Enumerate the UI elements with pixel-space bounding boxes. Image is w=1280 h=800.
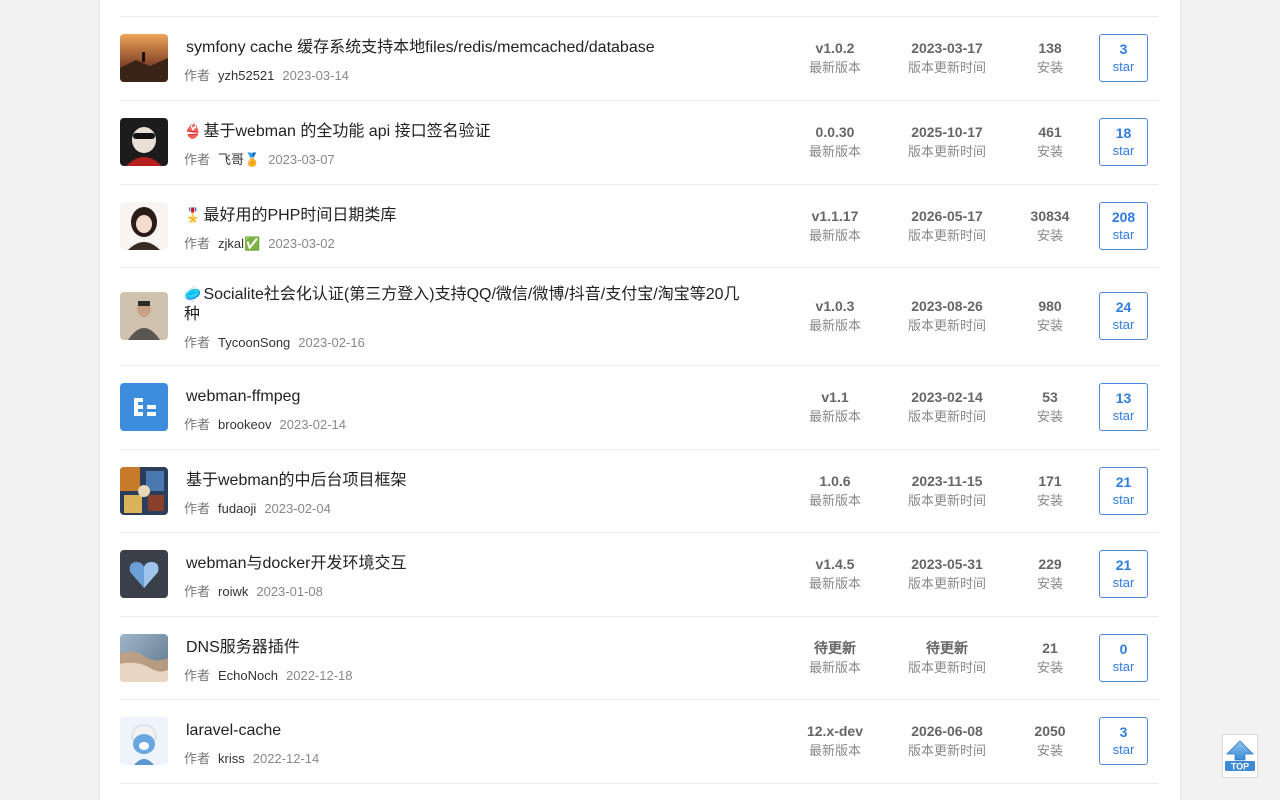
plugin-title[interactable]: 🥏 Socialite社会化认证(第三方登入)支持QQ/微信/微博/抖音/支付宝/…: [184, 284, 754, 325]
star-button[interactable]: 21 star: [1099, 467, 1148, 515]
plugin-list-panel: symfony cache 缓存系统支持本地files/redis/memcac…: [100, 0, 1180, 800]
plugin-info: 基于webman的中后台项目框架 作者 fudaoji 2023-02-04: [184, 470, 754, 517]
author-link[interactable]: yzh52521: [218, 68, 274, 83]
avatar[interactable]: [120, 118, 168, 166]
version-stat: v1.1 最新版本: [808, 389, 861, 424]
plugin-info: 👙 基于webman 的全功能 api 接口签名验证 作者 飞哥🏅 2023-03-0…: [184, 121, 754, 168]
author-link[interactable]: EchoNoch: [218, 668, 278, 683]
plugin-row: 👙 基于webman 的全功能 api 接口签名验证 作者 飞哥🏅 2023-03-0…: [120, 101, 1159, 185]
star-button[interactable]: 21 star: [1099, 550, 1148, 598]
plugin-title[interactable]: DNS服务器插件: [184, 637, 754, 658]
installs-stat: 53 安装: [1036, 389, 1063, 424]
plugin-title[interactable]: laravel-cache: [184, 720, 754, 741]
installs-stat: 2050 安装: [1034, 723, 1066, 758]
plugin-info: webman-ffmpeg 作者 brookeov 2023-02-14: [184, 386, 754, 433]
installs-stat: 138 安装: [1036, 40, 1063, 75]
plugin-info: 🎖️ 最好用的PHP时间日期类库 作者 zjkal✅ 2023-03-02: [184, 205, 754, 252]
plugin-meta: 作者 fudaoji 2023-02-04: [184, 501, 331, 516]
plugin-meta: 作者 TycoonSong 2023-02-16: [184, 335, 365, 350]
plugin-meta: 作者 EchoNoch 2022-12-18: [184, 668, 353, 683]
plugin-row: laravel-cache 作者 kriss 2022-12-14 12.x-dev…: [120, 700, 1159, 784]
version-stat: 1.0.6 最新版本: [808, 473, 861, 508]
star-button[interactable]: 0 star: [1099, 634, 1148, 682]
star-button[interactable]: 18 star: [1099, 118, 1148, 166]
plugin-info: laravel-cache 作者 kriss 2022-12-14: [184, 720, 754, 767]
plugin-meta: 作者 brookeov 2023-02-14: [184, 417, 346, 432]
plugin-title[interactable]: 👙 基于webman 的全功能 api 接口签名验证: [184, 121, 754, 142]
version-stat: 待更新 最新版本: [808, 640, 861, 675]
avatar[interactable]: [120, 467, 168, 515]
update-time-stat: 2026-05-17 版本更新时间: [907, 208, 986, 243]
author-link[interactable]: fudaoji: [218, 501, 256, 516]
update-time-stat: 2025-10-17 版本更新时间: [907, 124, 986, 159]
plugin-meta: 作者 roiwk 2023-01-08: [184, 584, 323, 599]
update-time-stat: 2023-08-26 版本更新时间: [907, 298, 986, 333]
star-button[interactable]: 24 star: [1099, 292, 1148, 340]
installs-stat: 30834 安装: [1030, 208, 1070, 243]
plugin-meta: 作者 kriss 2022-12-14: [184, 751, 320, 766]
author-link[interactable]: kriss: [218, 751, 245, 766]
version-stat: v1.0.2 最新版本: [808, 40, 861, 75]
update-time-stat: 待更新 版本更新时间: [907, 640, 986, 675]
avatar[interactable]: [120, 383, 168, 431]
update-time-stat: 2023-03-17 版本更新时间: [907, 40, 986, 75]
update-time-stat: 2023-11-15 版本更新时间: [907, 473, 986, 508]
arrow-up-icon: TOP: [1225, 740, 1255, 772]
version-stat: 0.0.30 最新版本: [808, 124, 861, 159]
plugin-row: 基于webman的中后台项目框架 作者 fudaoji 2023-02-04 1.0…: [120, 450, 1159, 533]
plugin-info: symfony cache 缓存系统支持本地files/redis/memcac…: [184, 37, 754, 84]
author-link[interactable]: zjkal✅: [218, 236, 260, 251]
update-time-stat: 2023-02-14 版本更新时间: [907, 389, 986, 424]
installs-stat: 171 安装: [1036, 473, 1063, 508]
update-time-stat: 2026-06-08 版本更新时间: [907, 723, 986, 758]
plugin-row: 🎖️ 最好用的PHP时间日期类库 作者 zjkal✅ 2023-03-02 v1.1.…: [120, 185, 1159, 268]
plugin-title[interactable]: 基于webman的中后台项目框架: [184, 470, 754, 491]
star-button[interactable]: 3 star: [1099, 717, 1148, 765]
author-link[interactable]: brookeov: [218, 417, 271, 432]
plugin-row: symfony cache 缓存系统支持本地files/redis/memcac…: [120, 17, 1159, 101]
installs-stat: 21 安装: [1036, 640, 1063, 675]
version-stat: v1.4.5 最新版本: [808, 556, 861, 591]
version-stat: 12.x-dev 最新版本: [806, 723, 864, 758]
avatar[interactable]: [120, 34, 168, 82]
plugin-info: 🥏 Socialite社会化认证(第三方登入)支持QQ/微信/微博/抖音/支付宝/…: [184, 284, 754, 351]
plugin-row: webman-ffmpeg 作者 brookeov 2023-02-14 v1.1 最…: [120, 366, 1159, 450]
version-stat: v1.0.3 最新版本: [808, 298, 861, 333]
avatar[interactable]: [120, 717, 168, 765]
plugin-info: DNS服务器插件 作者 EchoNoch 2022-12-18: [184, 637, 754, 684]
plugin-list: symfony cache 缓存系统支持本地files/redis/memcac…: [120, 16, 1159, 784]
plugin-row: DNS服务器插件 作者 EchoNoch 2022-12-18 待更新 最新版本 待更…: [120, 617, 1159, 700]
plugin-title[interactable]: webman-ffmpeg: [184, 386, 754, 407]
plugin-meta: 作者 飞哥🏅 2023-03-07: [184, 152, 335, 167]
avatar[interactable]: [120, 292, 168, 340]
star-button[interactable]: 3 star: [1099, 34, 1148, 82]
plugin-title[interactable]: 🎖️ 最好用的PHP时间日期类库: [184, 205, 754, 226]
installs-stat: 980 安装: [1036, 298, 1063, 333]
author-link[interactable]: 飞哥🏅: [218, 152, 260, 167]
installs-stat: 461 安装: [1036, 124, 1063, 159]
avatar[interactable]: [120, 634, 168, 682]
plugin-row: 🥏 Socialite社会化认证(第三方登入)支持QQ/微信/微博/抖音/支付宝/…: [120, 268, 1159, 366]
svg-text:TOP: TOP: [1231, 762, 1249, 772]
star-button[interactable]: 208 star: [1099, 202, 1148, 250]
plugin-row: webman与docker开发环境交互 作者 roiwk 2023-01-08 v1…: [120, 533, 1159, 617]
plugin-info: webman与docker开发环境交互 作者 roiwk 2023-01-08: [184, 553, 754, 600]
plugin-title[interactable]: webman与docker开发环境交互: [184, 553, 754, 574]
author-link[interactable]: TycoonSong: [218, 335, 290, 350]
plugin-meta: 作者 zjkal✅ 2023-03-02: [184, 236, 335, 251]
installs-stat: 229 安装: [1036, 556, 1063, 591]
avatar[interactable]: [120, 202, 168, 250]
plugin-title[interactable]: symfony cache 缓存系统支持本地files/redis/memcac…: [184, 37, 754, 58]
plugin-meta: 作者 yzh52521 2023-03-14: [184, 68, 349, 83]
avatar[interactable]: [120, 550, 168, 598]
update-time-stat: 2023-05-31 版本更新时间: [907, 556, 986, 591]
star-button[interactable]: 13 star: [1099, 383, 1148, 431]
back-to-top-button[interactable]: TOP: [1222, 734, 1258, 778]
version-stat: v1.1.17 最新版本: [808, 208, 861, 243]
author-link[interactable]: roiwk: [218, 584, 248, 599]
